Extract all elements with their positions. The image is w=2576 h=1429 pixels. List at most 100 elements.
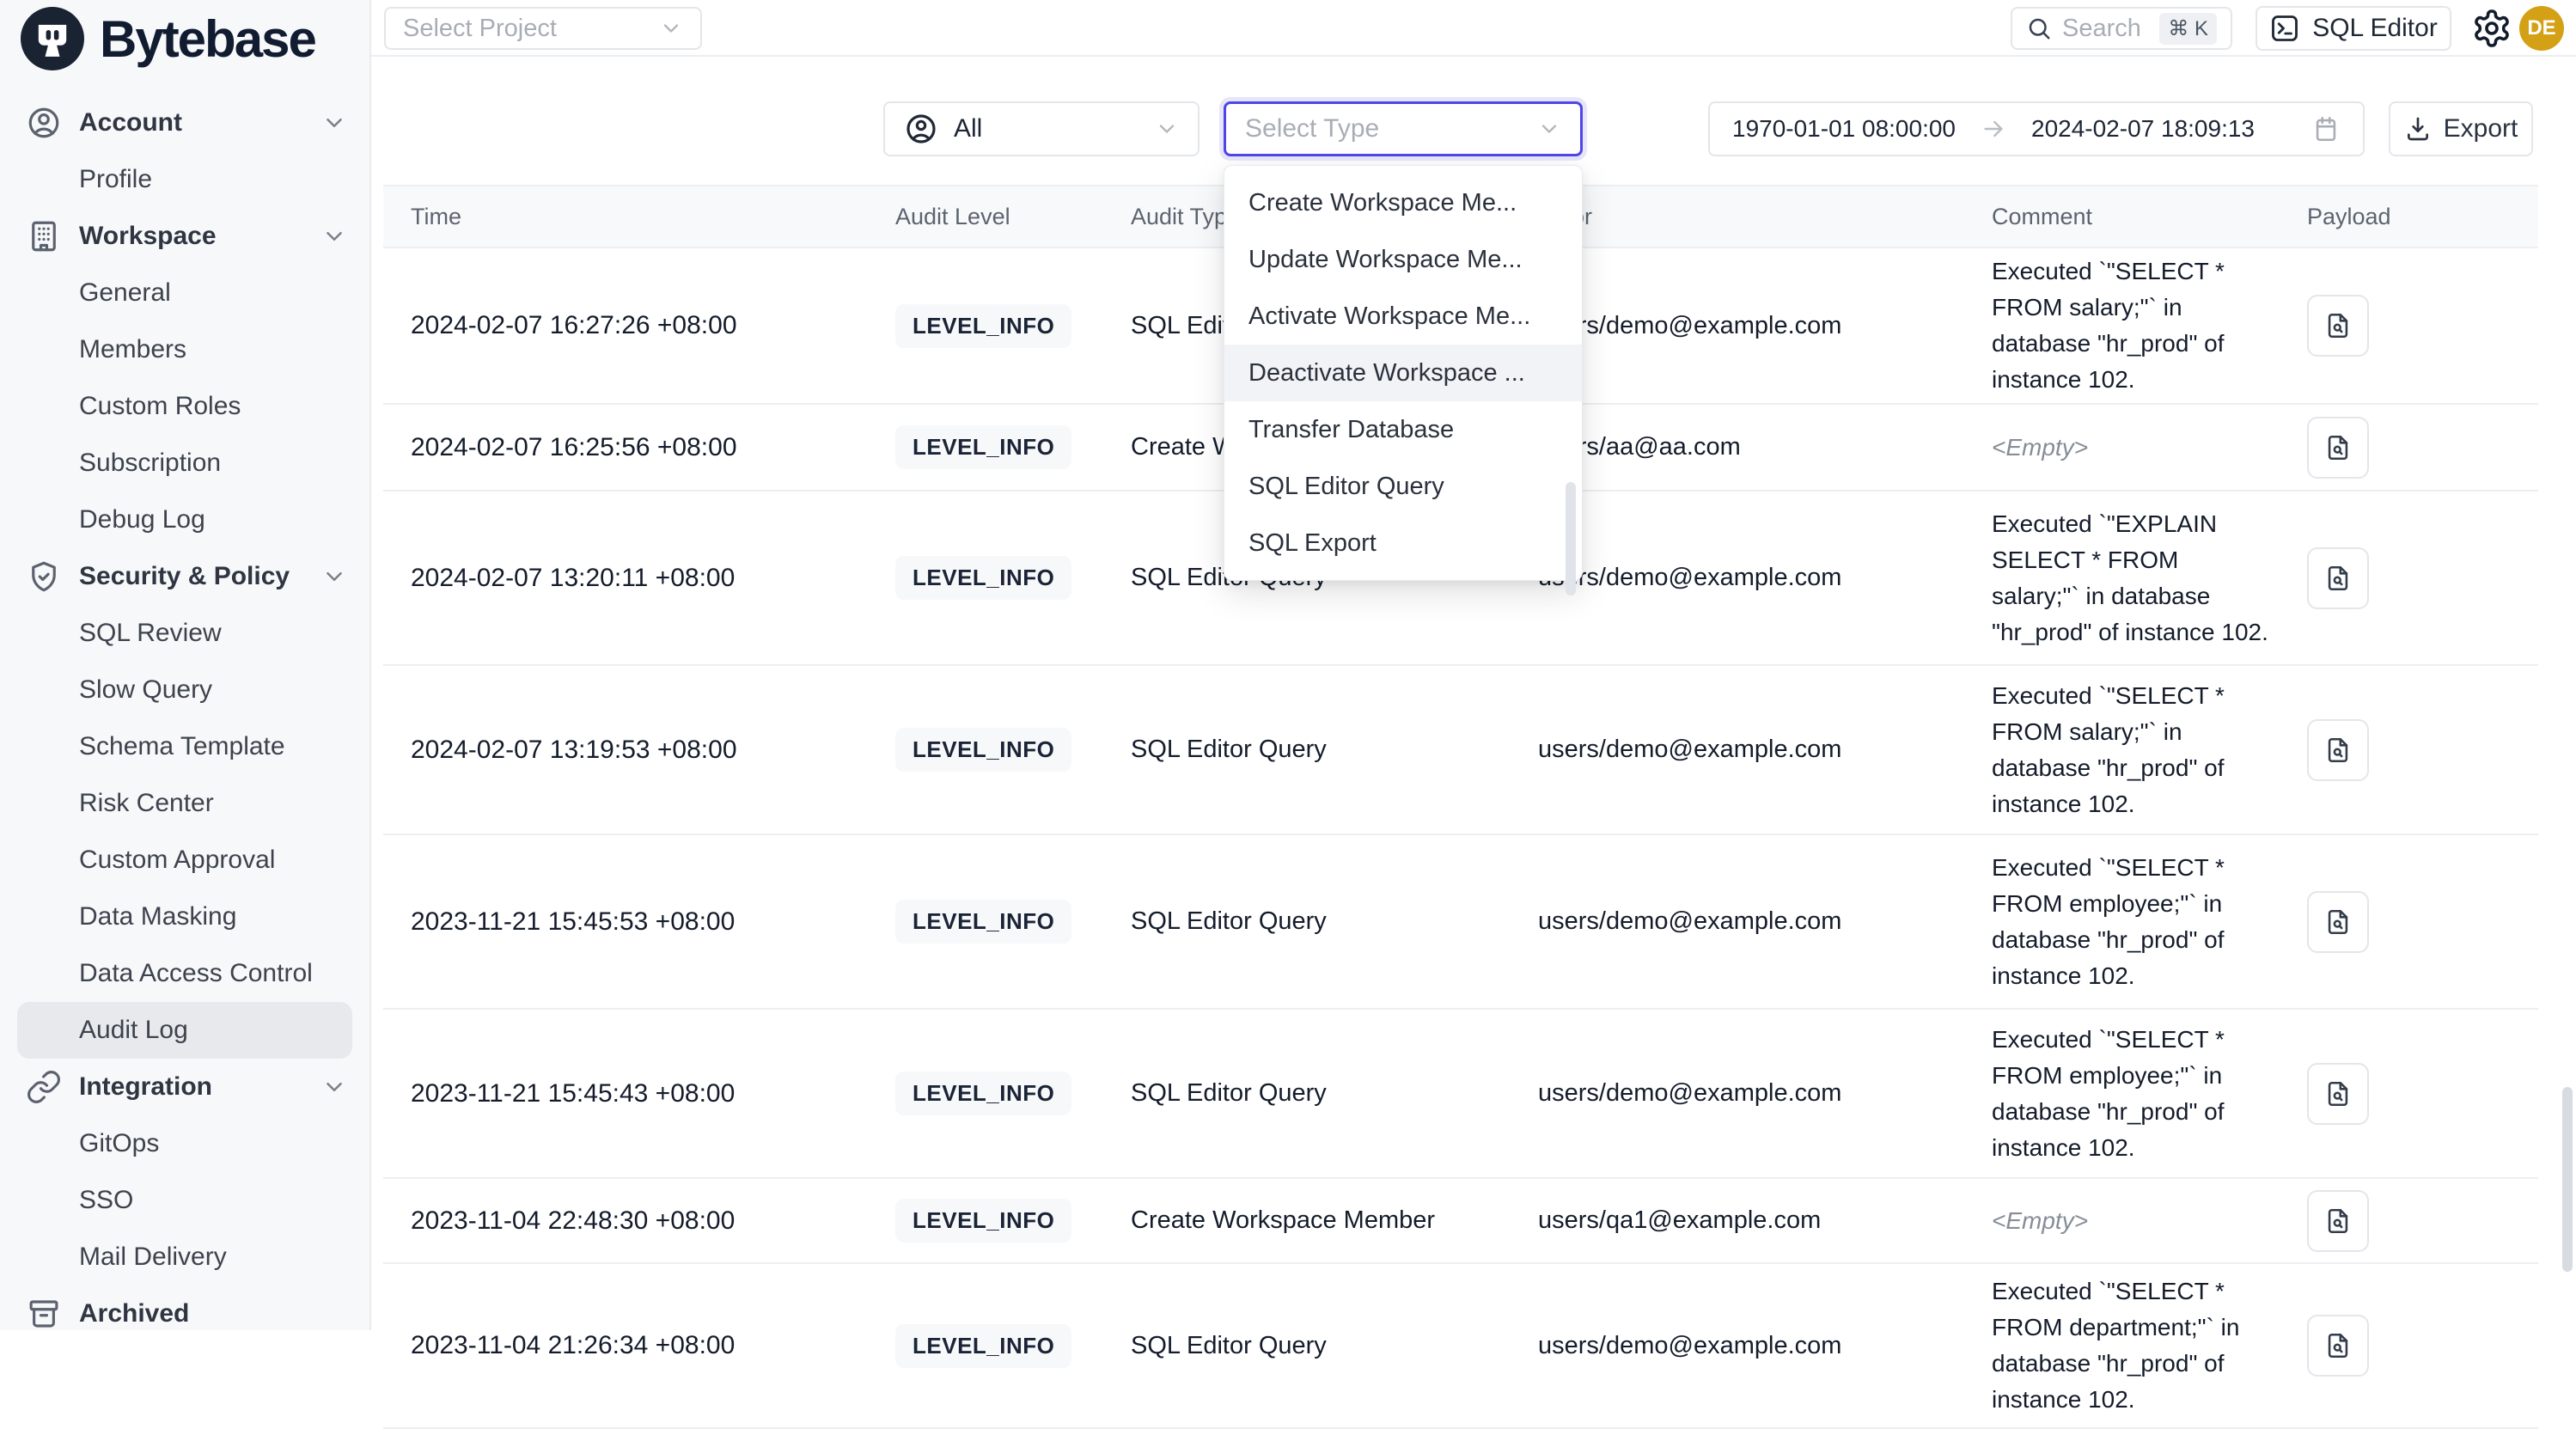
sidebar-item-subscription[interactable]: Subscription (0, 435, 369, 492)
sidebar-item-schema-template[interactable]: Schema Template (0, 718, 369, 775)
dropdown-item-create-workspace-member[interactable]: Create Workspace Me... (1224, 174, 1582, 231)
sidebar-item-mail-delivery[interactable]: Mail Delivery (0, 1229, 369, 1285)
table-row: 2023-11-21 15:45:43 +08:00 LEVEL_INFO SQ… (383, 1010, 2538, 1179)
col-header-time: Time (383, 204, 895, 230)
cell-actor: users/demo@example.com (1538, 312, 1992, 340)
date-range-picker[interactable]: 1970-01-01 08:00:00 2024-02-07 18:09:13 (1708, 101, 2365, 156)
archive-icon (26, 1296, 62, 1332)
cell-audit-type: SQL Editor Query (1131, 736, 1538, 764)
sidebar-item-sql-review[interactable]: SQL Review (0, 605, 369, 662)
cell-time: 2023-11-04 21:26:34 +08:00 (383, 1331, 895, 1360)
table-row: 2023-11-04 21:26:34 +08:00 LEVEL_INFO SQ… (383, 1264, 2538, 1429)
cell-time: 2024-02-07 16:25:56 +08:00 (383, 433, 895, 462)
date-from-value: 1970-01-01 08:00:00 (1732, 115, 1956, 143)
sidebar-item-custom-roles[interactable]: Custom Roles (0, 378, 369, 435)
sidebar-item-general[interactable]: General (0, 265, 369, 321)
sidebar-item-label: Profile (79, 165, 152, 194)
dropdown-item-update-workspace-member[interactable]: Update Workspace Me... (1224, 231, 1582, 288)
cell-comment: Executed `"EXPLAIN SELECT * FROM salary;… (1992, 506, 2307, 650)
sidebar-item-members[interactable]: Members (0, 321, 369, 378)
actor-filter-select[interactable]: All (883, 101, 1199, 156)
cell-time: 2024-02-07 13:20:11 +08:00 (383, 564, 895, 593)
cell-comment: Executed `"SELECT * FROM employee;"` in … (1992, 850, 2307, 994)
sidebar-item-label: Security & Policy (79, 562, 290, 591)
sidebar-item-workspace[interactable]: Workspace (0, 208, 369, 265)
dropdown-item-sql-editor-query[interactable]: SQL Editor Query (1224, 458, 1582, 515)
cell-comment: Executed `"SELECT * FROM salary;"` in da… (1992, 678, 2307, 822)
type-filter-placeholder: Select Type (1245, 114, 1379, 144)
chevron-down-icon (659, 16, 683, 40)
cell-audit-type: SQL Editor Query (1131, 907, 1538, 936)
type-filter-select[interactable]: Select Type (1224, 101, 1583, 156)
export-button[interactable]: Export (2389, 101, 2533, 156)
sidebar-item-risk-center[interactable]: Risk Center (0, 775, 369, 832)
bytebase-logo[interactable]: Bytebase (21, 7, 315, 70)
sidebar-item-data-masking[interactable]: Data Masking (0, 889, 369, 945)
gear-icon[interactable] (2471, 8, 2512, 49)
sidebar-item-data-access-control[interactable]: Data Access Control (0, 945, 369, 1002)
sql-editor-button[interactable]: SQL Editor (2256, 6, 2451, 51)
sidebar-item-integration[interactable]: Integration (0, 1059, 369, 1115)
view-payload-button[interactable] (2307, 547, 2369, 609)
sidebar-item-archived[interactable]: Archived (0, 1285, 369, 1342)
download-icon (2404, 115, 2432, 143)
sidebar-item-label: Members (79, 335, 186, 364)
search-input[interactable]: Search ⌘ K (2011, 7, 2232, 50)
audit-level-badge: LEVEL_INFO (895, 1324, 1071, 1368)
sidebar-item-label: General (79, 278, 171, 308)
view-payload-button[interactable] (2307, 1315, 2369, 1377)
sidebar-item-custom-approval[interactable]: Custom Approval (0, 832, 369, 889)
user-avatar[interactable]: DE (2519, 6, 2564, 51)
sidebar-item-sso[interactable]: SSO (0, 1172, 369, 1229)
dropdown-item-transfer-database[interactable]: Transfer Database (1224, 401, 1582, 458)
project-select-placeholder: Select Project (403, 15, 557, 43)
view-payload-button[interactable] (2307, 1190, 2369, 1252)
sidebar-item-security-policy[interactable]: Security & Policy (0, 548, 369, 605)
cell-actor: users/aa@aa.com (1538, 433, 1992, 461)
view-payload-button[interactable] (2307, 417, 2369, 479)
page-scrollbar-thumb[interactable] (2562, 1087, 2573, 1272)
table-row: 2023-11-04 22:48:30 +08:00 LEVEL_INFO Cr… (383, 1179, 2538, 1264)
cell-audit-type: Create Workspace Member (1131, 1206, 1538, 1235)
user-circle-icon (26, 105, 62, 141)
sidebar-item-debug-log[interactable]: Debug Log (0, 492, 369, 548)
sidebar-item-label: Mail Delivery (79, 1243, 227, 1272)
sidebar-item-label: Schema Template (79, 732, 285, 761)
chevron-down-icon (321, 110, 347, 136)
cell-comment: Executed `"SELECT * FROM department;"` i… (1992, 1273, 2307, 1418)
bytebase-logo-icon (21, 7, 84, 70)
sidebar-item-slow-query[interactable]: Slow Query (0, 662, 369, 718)
cell-time: 2023-11-21 15:45:43 +08:00 (383, 1079, 895, 1108)
sidebar-item-audit-log[interactable]: Audit Log (17, 1002, 352, 1059)
cell-comment: Executed `"SELECT * FROM employee;"` in … (1992, 1022, 2307, 1166)
view-payload-button[interactable] (2307, 891, 2369, 953)
dropdown-item-deactivate-workspace-member[interactable]: Deactivate Workspace ... (1224, 345, 1582, 401)
sidebar-item-label: Custom Approval (79, 846, 275, 875)
sidebar-item-gitops[interactable]: GitOps (0, 1115, 369, 1172)
cell-time: 2023-11-04 22:48:30 +08:00 (383, 1206, 895, 1236)
cell-comment: Executed `"SELECT * FROM salary;"` in da… (1992, 253, 2307, 398)
audit-level-badge: LEVEL_INFO (895, 900, 1071, 944)
col-header-payload: Payload (2307, 204, 2538, 230)
view-payload-button[interactable] (2307, 719, 2369, 781)
cell-actor: users/demo@example.com (1538, 1332, 1992, 1360)
type-filter-dropdown: Create Workspace Me... Update Workspace … (1224, 165, 1583, 581)
link-icon (26, 1069, 62, 1105)
view-payload-button[interactable] (2307, 1063, 2369, 1125)
sidebar-item-account[interactable]: Account (0, 95, 369, 151)
audit-level-badge: LEVEL_INFO (895, 304, 1071, 348)
sidebar-item-label: Data Masking (79, 902, 236, 931)
dropdown-item-activate-workspace-member[interactable]: Activate Workspace Me... (1224, 288, 1582, 345)
sidebar-item-label: Audit Log (79, 1016, 188, 1045)
sidebar-item-label: Custom Roles (79, 392, 241, 421)
sidebar-item-label: SSO (79, 1186, 133, 1215)
dropdown-item-sql-export[interactable]: SQL Export (1224, 515, 1582, 571)
sidebar-item-label: Archived (79, 1299, 189, 1328)
view-payload-button[interactable] (2307, 295, 2369, 357)
col-header-actor: Actor (1538, 204, 1992, 230)
cell-actor: users/demo@example.com (1538, 1079, 1992, 1108)
project-select[interactable]: Select Project (384, 7, 702, 50)
audit-level-badge: LEVEL_INFO (895, 1072, 1071, 1115)
sidebar-item-profile[interactable]: Profile (0, 151, 369, 208)
dropdown-scrollbar-thumb[interactable] (1566, 482, 1576, 595)
